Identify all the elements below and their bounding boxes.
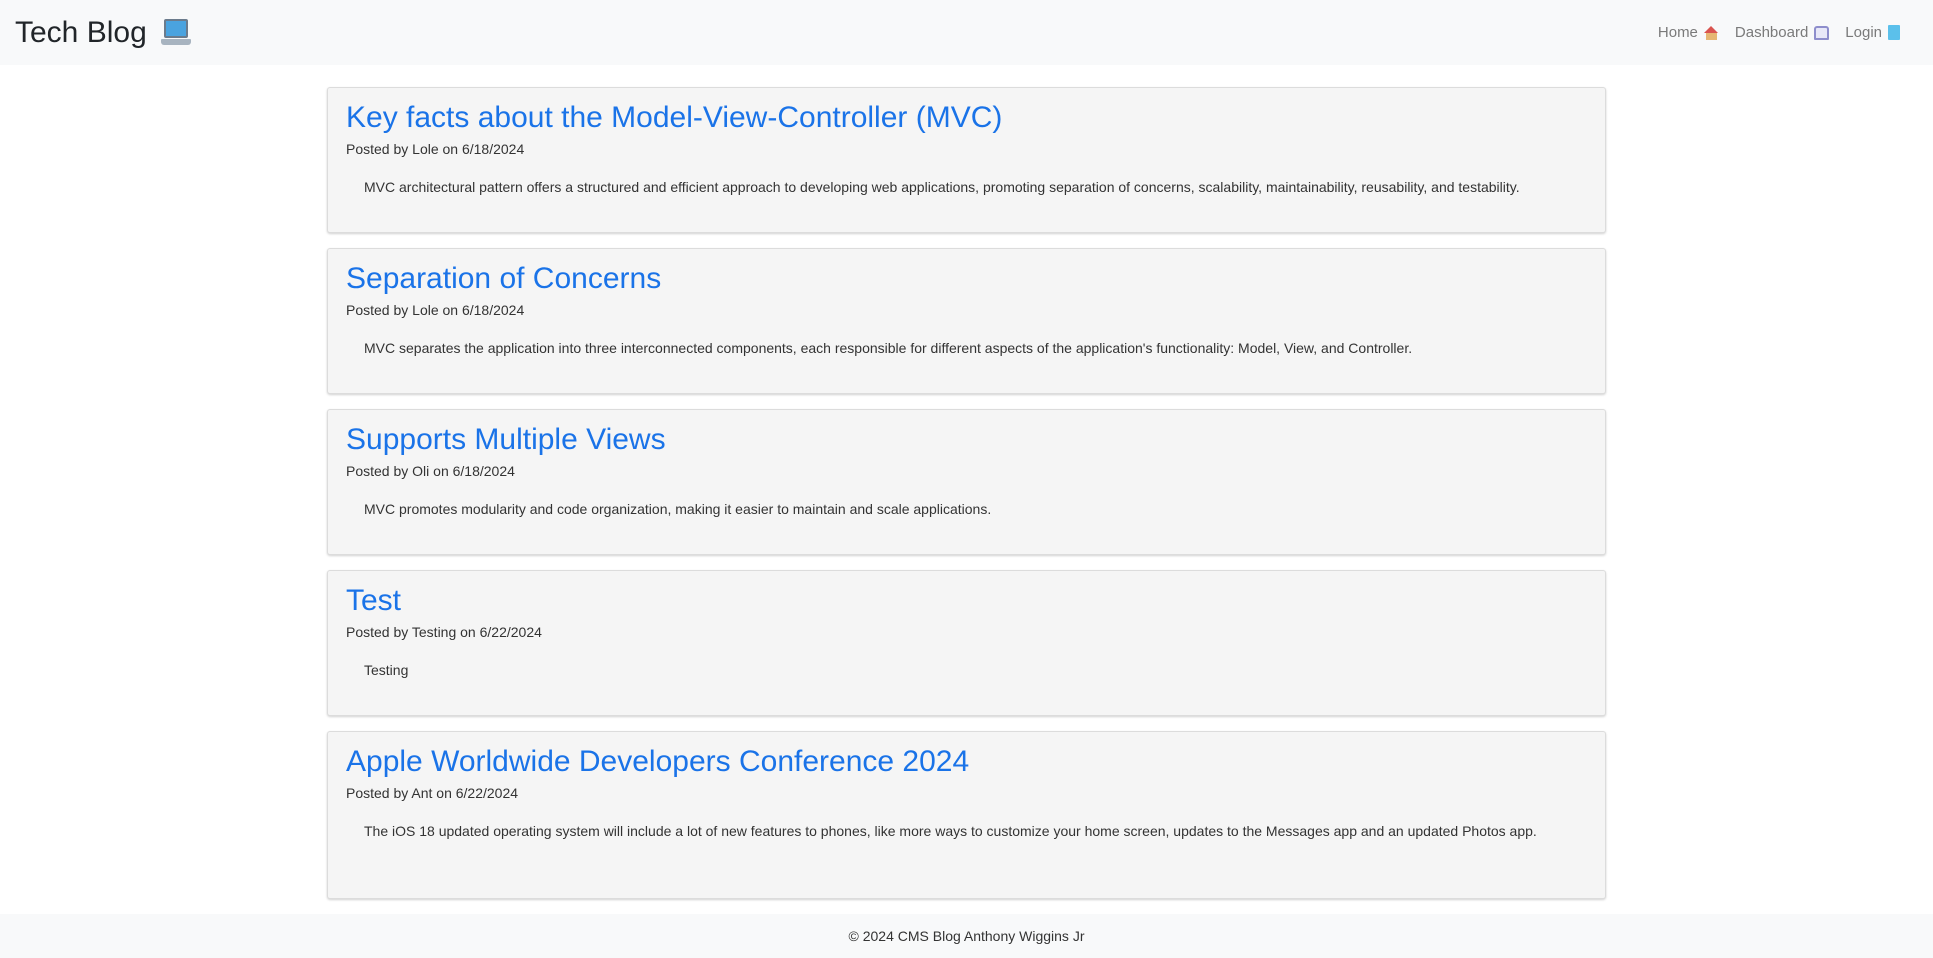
nav-dashboard-link[interactable]: Dashboard bbox=[1734, 24, 1830, 41]
post-meta: Posted by Testing on 6/22/2024 bbox=[346, 624, 542, 640]
house-icon bbox=[1703, 25, 1719, 40]
post-title-link[interactable]: Apple Worldwide Developers Conference 20… bbox=[346, 745, 969, 779]
footer-copyright: © 2024 CMS Blog Anthony Wiggins Jr bbox=[848, 928, 1085, 944]
nav-dashboard-label: Dashboard bbox=[1734, 24, 1809, 41]
post-body: The iOS 18 updated operating system will… bbox=[364, 823, 1537, 839]
brand-title: Tech Blog bbox=[15, 15, 147, 49]
footer: © 2024 CMS Blog Anthony Wiggins Jr bbox=[0, 914, 1933, 958]
nav-login-link[interactable]: Login bbox=[1845, 24, 1900, 41]
post-card: Separation of Concerns Posted by Lole on… bbox=[327, 248, 1606, 394]
post-card: Apple Worldwide Developers Conference 20… bbox=[327, 731, 1606, 899]
laptop-icon bbox=[160, 18, 191, 48]
post-body: MVC separates the application into three… bbox=[364, 340, 1413, 356]
nav-links: Home Dashboard Login bbox=[1658, 24, 1918, 41]
nav-home-label: Home bbox=[1657, 24, 1698, 41]
post-meta: Posted by Ant on 6/22/2024 bbox=[346, 785, 519, 801]
post-meta: Posted by Oli on 6/18/2024 bbox=[346, 463, 515, 479]
post-meta: Posted by Lole on 6/18/2024 bbox=[346, 141, 525, 157]
post-body: Testing bbox=[364, 662, 409, 678]
book-icon bbox=[1888, 25, 1900, 40]
post-card: Key facts about the Model-View-Controlle… bbox=[327, 87, 1606, 233]
nav-login-label: Login bbox=[1845, 24, 1882, 41]
post-list: Key facts about the Model-View-Controlle… bbox=[327, 87, 1606, 914]
post-card: Test Posted by Testing on 6/22/2024 Test… bbox=[327, 570, 1606, 716]
post-card: Supports Multiple Views Posted by Oli on… bbox=[327, 409, 1606, 555]
brand[interactable]: Tech Blog bbox=[15, 16, 191, 50]
post-body: MVC promotes modularity and code organiz… bbox=[364, 501, 992, 517]
post-title-link[interactable]: Test bbox=[346, 584, 401, 618]
post-title-link[interactable]: Separation of Concerns bbox=[346, 262, 661, 296]
navbar: Tech Blog Home Dashboard Login bbox=[0, 0, 1933, 65]
post-meta: Posted by Lole on 6/18/2024 bbox=[346, 302, 525, 318]
nav-home-link[interactable]: Home bbox=[1658, 24, 1719, 41]
post-title-link[interactable]: Key facts about the Model-View-Controlle… bbox=[346, 101, 1002, 135]
post-body: MVC architectural pattern offers a struc… bbox=[364, 179, 1520, 195]
post-title-link[interactable]: Supports Multiple Views bbox=[346, 423, 666, 457]
mailbox-icon bbox=[1814, 25, 1830, 40]
